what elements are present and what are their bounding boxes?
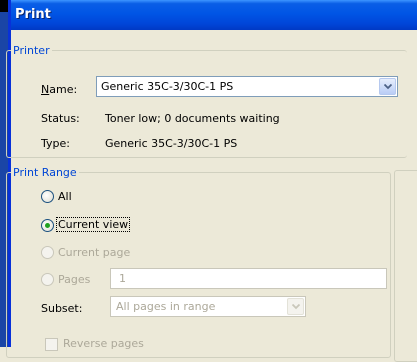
title-bar[interactable]: Print — [11, 0, 417, 30]
status-value: Toner low; 0 documents waiting — [105, 112, 280, 125]
subset-dropdown-button[interactable] — [287, 298, 304, 315]
print-range-legend: Print Range — [13, 166, 77, 179]
printer-name-value: Generic 35C-3/30C-1 PS — [101, 80, 234, 93]
radio-selected-dot — [45, 223, 50, 228]
printer-legend: Printer — [13, 44, 50, 57]
all-radio[interactable] — [41, 190, 54, 203]
type-value: Generic 35C-3/30C-1 PS — [105, 137, 238, 150]
pages-input[interactable]: 1 — [110, 268, 387, 289]
current-page-radio[interactable] — [41, 246, 54, 259]
name-label: Name: — [41, 83, 77, 96]
printer-name-select[interactable]: Generic 35C-3/30C-1 PS — [96, 76, 398, 97]
subset-value: All pages in range — [116, 300, 216, 313]
name-label-rest: ame: — [49, 83, 78, 96]
chevron-down-icon — [292, 304, 300, 310]
name-label-mnemonic: N — [41, 83, 50, 96]
current-view-radio[interactable] — [41, 219, 54, 232]
reverse-pages-label[interactable]: Reverse pages — [63, 337, 144, 350]
printer-name-dropdown-button[interactable] — [379, 78, 396, 95]
subset-label: Subset: — [41, 302, 83, 315]
dialog-title: Print — [15, 7, 51, 22]
chevron-down-icon — [384, 84, 392, 90]
all-label[interactable]: All — [58, 190, 72, 203]
background-window-corner — [0, 0, 8, 12]
pages-radio[interactable] — [41, 273, 54, 286]
adjacent-group — [394, 170, 417, 362]
reverse-pages-checkbox[interactable] — [45, 338, 58, 351]
subset-select[interactable]: All pages in range — [110, 296, 306, 317]
current-view-label[interactable]: Current view — [55, 217, 131, 232]
pages-input-value: 1 — [119, 272, 126, 285]
pages-label[interactable]: Pages — [58, 273, 90, 286]
type-label: Type: — [41, 137, 70, 150]
current-page-label[interactable]: Current page — [58, 246, 130, 259]
status-label: Status: — [41, 112, 80, 125]
